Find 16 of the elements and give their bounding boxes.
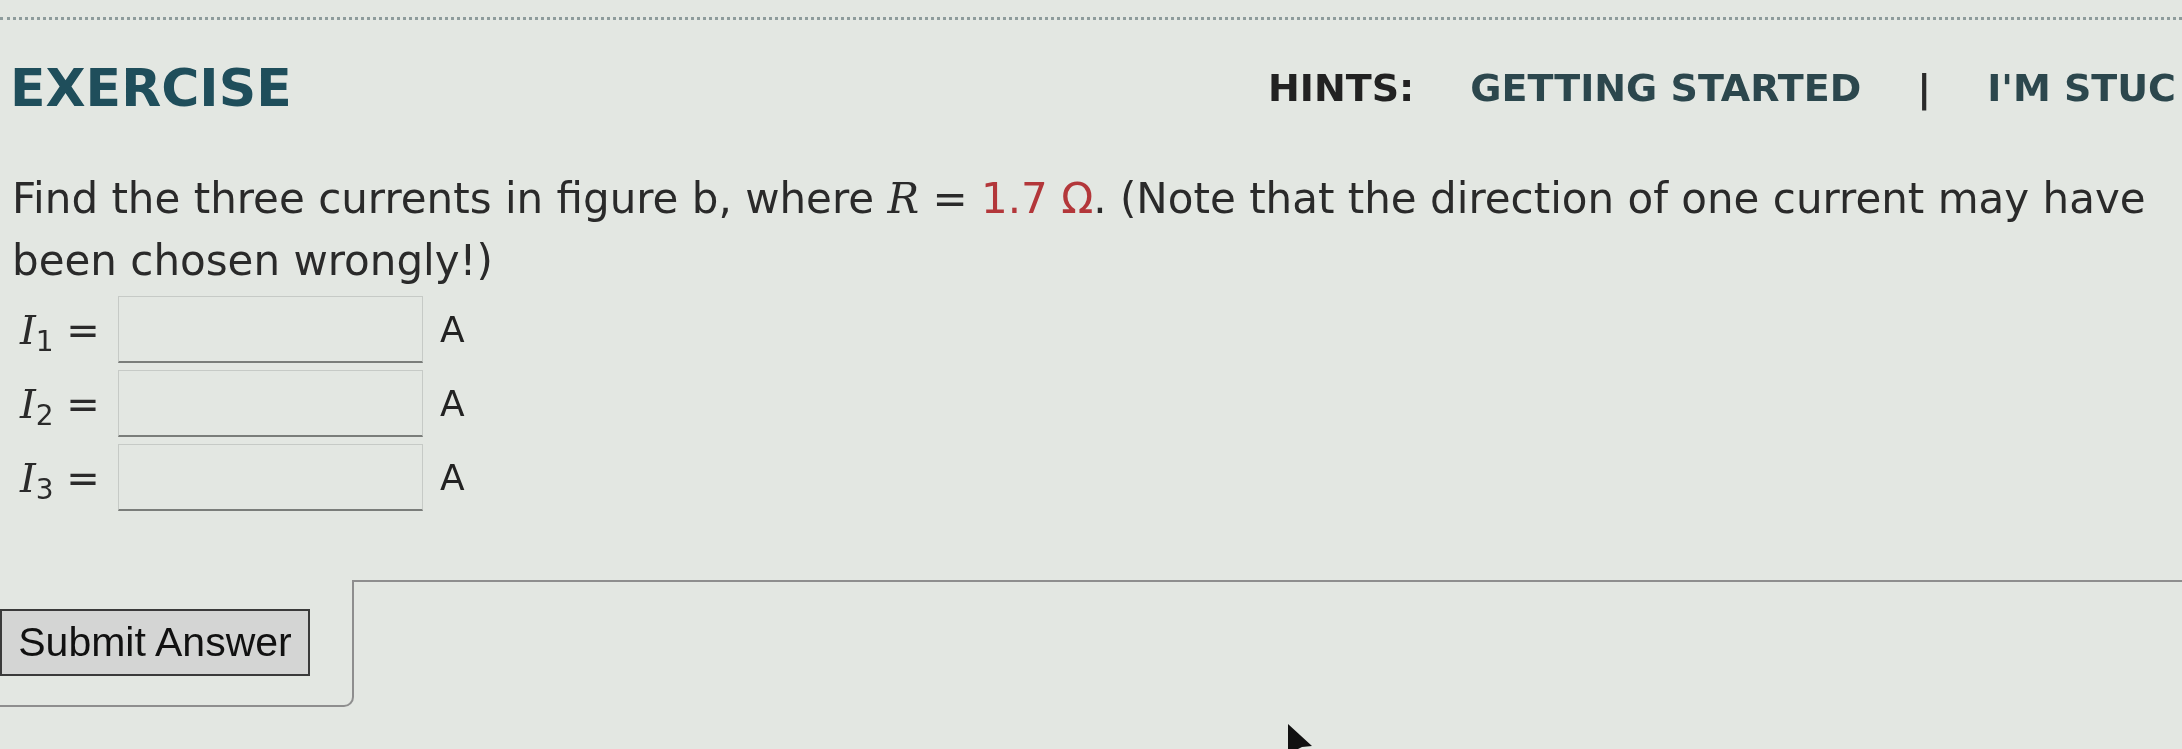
answer-label: I$_{1}$ =: [18, 309, 101, 350]
question-text: Find the three currents in figure b, where R = 1.7 Ω. (Note that the direction of one current may have been chosen wrongly!): [11, 173, 2147, 287]
hints-label: HINTS:: [1268, 69, 1415, 107]
answer-field[interactable]: [118, 296, 423, 363]
submit-button[interactable]: Submit Answer: [0, 609, 310, 676]
cursor-icon: [1288, 724, 1312, 749]
unit-label: A: [440, 459, 465, 496]
hint-link[interactable]: GETTING STARTED: [1470, 69, 1862, 107]
exercise-heading: EXERCISE: [10, 62, 292, 114]
answer-field[interactable]: [118, 444, 423, 511]
hint-link[interactable]: I'M STUC: [1987, 69, 2176, 107]
answer-label: I$_{2}$ =: [18, 383, 101, 424]
unit-label: A: [440, 385, 465, 422]
answer-field[interactable]: [118, 370, 423, 437]
answer-label: I$_{3}$ =: [18, 457, 101, 498]
unit-label: A: [440, 311, 465, 348]
